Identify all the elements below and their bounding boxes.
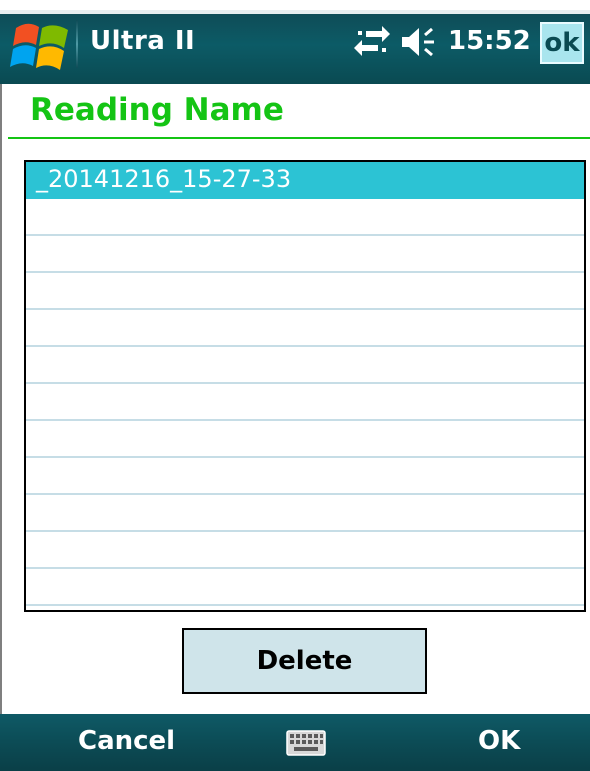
list-item[interactable]: _20141216_15-27-33	[26, 162, 584, 199]
title-bar: Ultra II 15:52 ok	[0, 0, 590, 84]
list-item[interactable]	[26, 384, 584, 421]
list-item[interactable]	[26, 236, 584, 273]
delete-button[interactable]: Delete	[182, 628, 427, 694]
volume-icon[interactable]	[400, 25, 440, 59]
list-item[interactable]	[26, 347, 584, 384]
list-item[interactable]	[26, 495, 584, 532]
windows-start-icon[interactable]	[10, 18, 72, 74]
left-edge	[0, 84, 2, 714]
start-separator	[76, 20, 78, 68]
top-line	[0, 10, 590, 14]
connectivity-icon[interactable]	[352, 25, 392, 59]
cancel-softkey[interactable]: Cancel	[78, 726, 175, 756]
clock: 15:52	[448, 26, 531, 56]
ok-softkey[interactable]: OK	[478, 726, 520, 756]
list-item[interactable]	[26, 273, 584, 310]
list-item[interactable]	[26, 310, 584, 347]
list-item[interactable]	[26, 199, 584, 236]
keyboard-icon[interactable]	[286, 730, 326, 756]
ok-button[interactable]: ok	[540, 22, 584, 64]
list-item[interactable]	[26, 532, 584, 569]
page-title: Reading Name	[30, 92, 284, 128]
reading-list[interactable]: _20141216_15-27-33	[24, 160, 586, 612]
screen: Ultra II 15:52 ok Reading Name _20141216…	[0, 0, 590, 771]
app-title: Ultra II	[90, 26, 196, 56]
softkey-bar: Cancel OK	[0, 714, 590, 771]
title-divider	[8, 137, 590, 139]
list-item[interactable]	[26, 458, 584, 495]
list-item[interactable]	[26, 569, 584, 606]
list-item[interactable]	[26, 421, 584, 458]
